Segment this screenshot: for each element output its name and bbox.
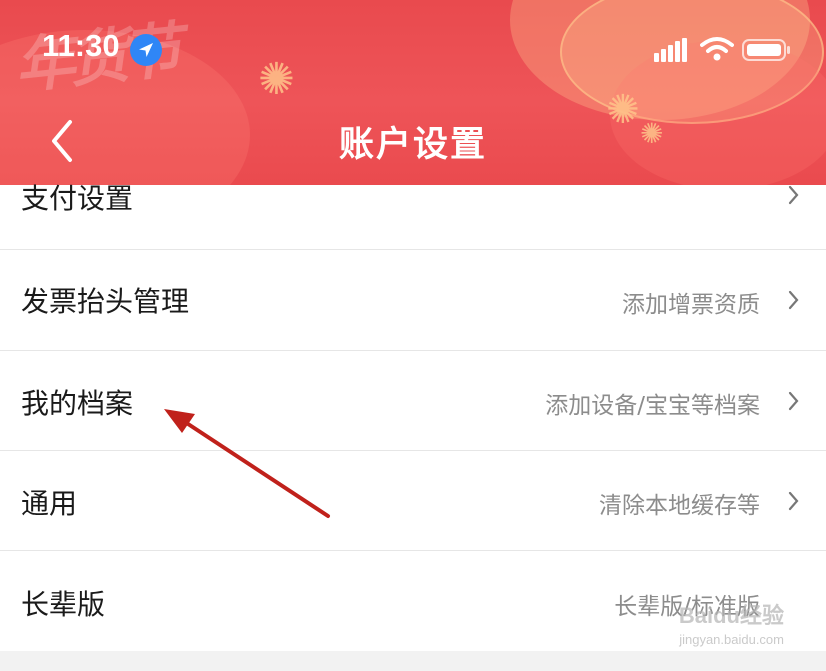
firework-decoration-icon: ✺ — [258, 54, 295, 105]
settings-list: 支付设置 发票抬头管理 添加增票资质 我的档案 添加设备/宝宝等档案 通用 清除… — [0, 182, 826, 651]
chevron-right-icon — [788, 491, 799, 511]
settings-row-payment[interactable]: 支付设置 — [0, 179, 826, 250]
baidu-watermark-url: jingyan.baidu.com — [679, 632, 784, 647]
settings-row-general[interactable]: 通用 清除本地缓存等 — [0, 451, 826, 551]
row-label: 通用 — [21, 487, 78, 520]
row-value: 清除本地缓存等 — [599, 493, 760, 519]
chevron-right-icon — [788, 391, 799, 411]
page-title: 账户设置 — [338, 125, 487, 165]
settings-row-invoice-title[interactable]: 发票抬头管理 添加增票资质 — [0, 250, 826, 351]
location-arrow-icon — [130, 34, 162, 66]
chevron-right-icon — [788, 185, 799, 205]
row-value: 添加设备/宝宝等档案 — [545, 393, 760, 419]
status-time: 11:30 — [42, 28, 120, 63]
baidu-watermark-logo: Baidu经验 — [678, 603, 784, 628]
row-label: 我的档案 — [21, 387, 134, 420]
chevron-right-icon — [788, 290, 799, 310]
signal-icon — [654, 38, 687, 62]
settings-row-my-profile[interactable]: 我的档案 添加设备/宝宝等档案 — [0, 351, 826, 451]
row-label: 发票抬头管理 — [21, 285, 190, 318]
battery-icon — [742, 39, 790, 61]
wifi-icon — [700, 37, 734, 61]
row-label: 支付设置 — [21, 182, 134, 215]
row-value: 添加增票资质 — [622, 292, 760, 318]
app-header: ✺ ✺ ✺ 年货节 11:30 账户设置 — [0, 0, 826, 185]
row-label: 长辈版 — [21, 588, 106, 621]
